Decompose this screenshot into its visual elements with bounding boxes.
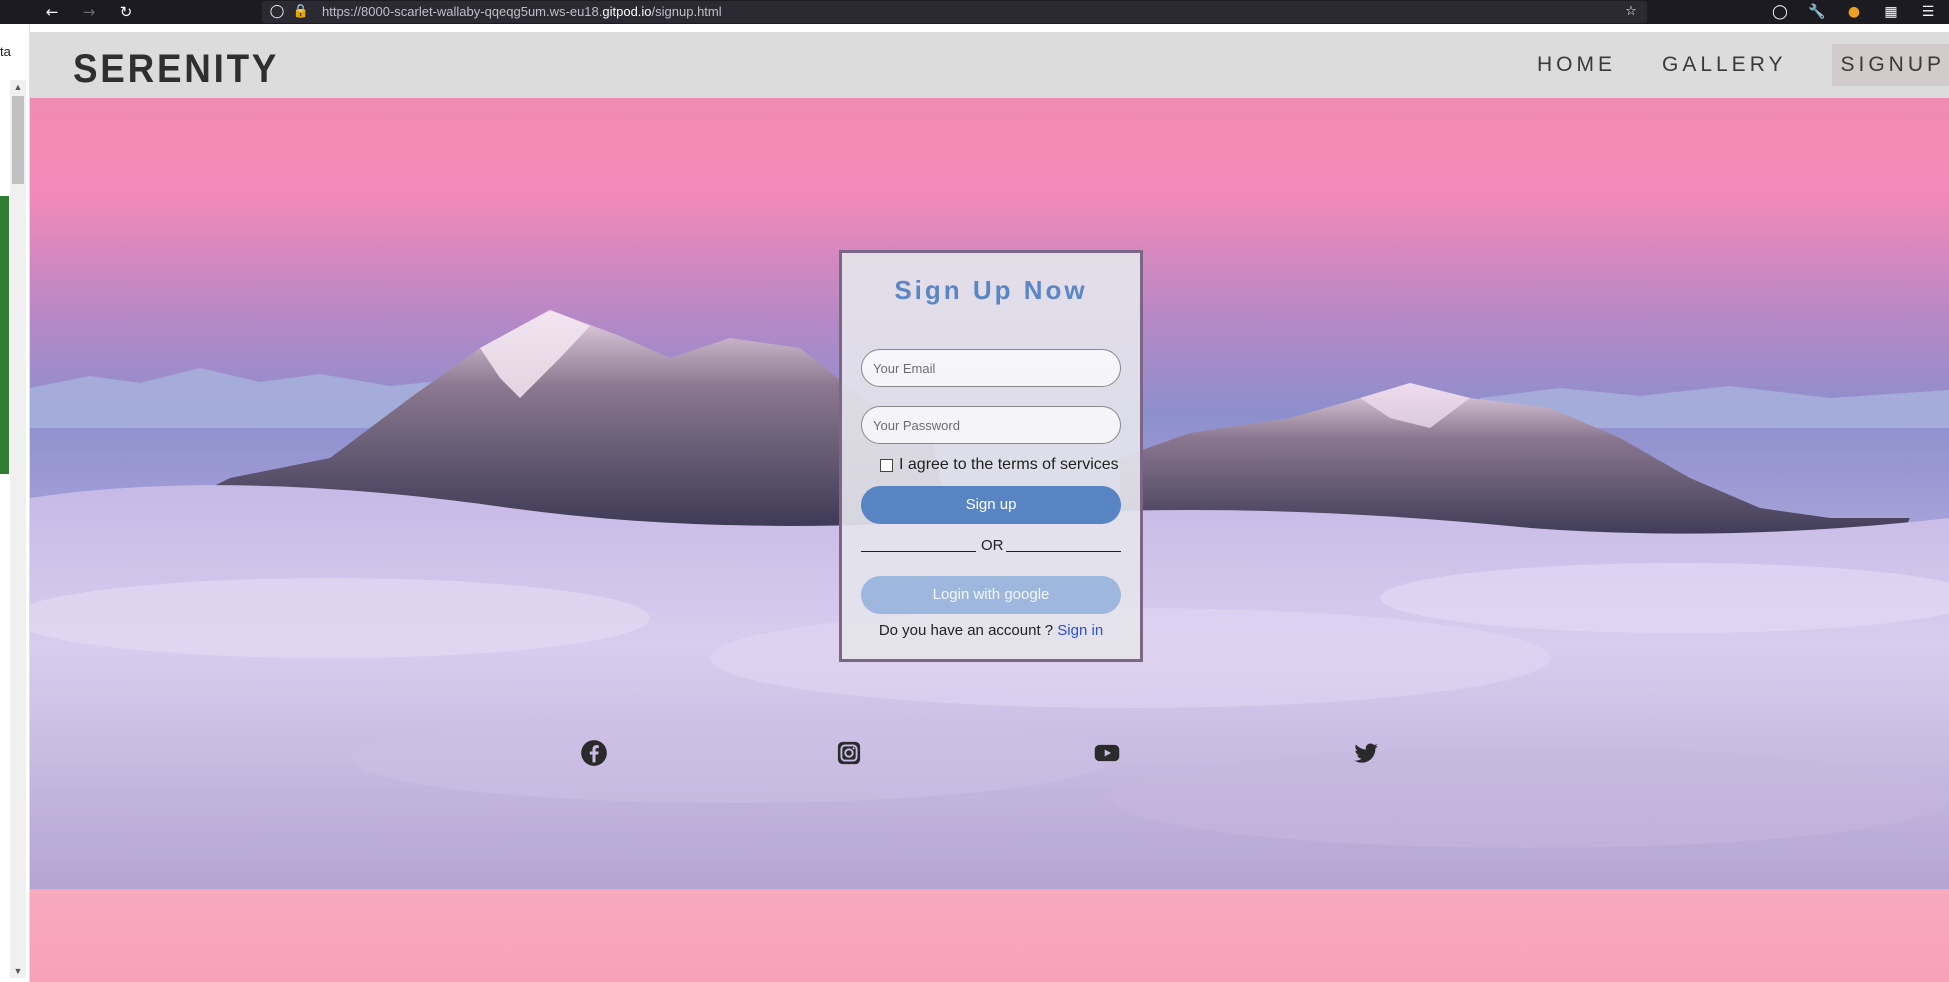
side-panel-text: ta	[0, 44, 11, 59]
signup-card: Sign Up Now I agree to the terms of serv…	[839, 250, 1143, 662]
lock-icon[interactable]: 🔒	[292, 3, 310, 21]
site-header: SERENITY HOME GALLERY SIGNUP	[30, 32, 1949, 98]
extension-icon[interactable]: ●	[1844, 2, 1864, 22]
back-arrow-icon[interactable]: ←	[42, 2, 62, 22]
footer-background	[30, 889, 1949, 982]
terms-row: I agree to the terms of services	[880, 456, 1119, 474]
bookmark-star-icon[interactable]: ☆	[1622, 3, 1640, 21]
twitter-icon[interactable]	[1352, 739, 1380, 767]
menu-icon[interactable]: ☰	[1918, 2, 1938, 22]
nav-home[interactable]: HOME	[1537, 32, 1616, 98]
forward-arrow-icon[interactable]: →	[79, 2, 99, 22]
instagram-icon[interactable]	[835, 739, 863, 767]
reload-icon[interactable]: ↻	[116, 2, 136, 22]
divider-line-right	[1006, 551, 1121, 552]
account-question: Do you have an account ?	[878, 622, 1058, 639]
google-login-button[interactable]: Login with google	[861, 576, 1121, 614]
wrench-icon[interactable]: 🔧	[1807, 2, 1827, 22]
facebook-icon[interactable]	[580, 739, 608, 767]
reader-icon[interactable]: ▦	[1881, 2, 1901, 22]
shield-icon[interactable]: ◯	[268, 3, 286, 21]
address-bar[interactable]: ◯ 🔒 https://8000-scarlet-wallaby-qqeqg5u…	[262, 1, 1647, 23]
url-text: https://8000-scarlet-wallaby-qqeqg5um.ws…	[322, 4, 722, 19]
scrollbar-thumb[interactable]	[12, 96, 24, 184]
terms-checkbox[interactable]	[880, 458, 893, 472]
or-text: OR	[981, 537, 1004, 554]
scrollbar[interactable]: ▲ ▼	[10, 80, 26, 978]
signin-link[interactable]: Sign in	[1057, 622, 1103, 639]
terms-label[interactable]: I agree to the terms of services	[899, 456, 1119, 474]
signup-button[interactable]: Sign up	[861, 486, 1121, 524]
divider-line-left	[861, 551, 976, 552]
email-input[interactable]	[861, 349, 1121, 387]
account-row: Do you have an account ? Sign in	[842, 622, 1140, 639]
scroll-up-arrow-icon[interactable]: ▲	[10, 80, 26, 94]
nav-signup[interactable]: SIGNUP	[1832, 44, 1949, 86]
signup-title: Sign Up Now	[894, 275, 1088, 305]
or-divider: OR	[861, 537, 1121, 555]
browser-toolbar: ← → ↻ ◯ 🔒 https://8000-scarlet-wallaby-q…	[0, 0, 1949, 24]
side-panel-image	[0, 196, 9, 474]
password-input[interactable]	[861, 406, 1121, 444]
site-nav: HOME GALLERY SIGNUP	[1537, 32, 1949, 98]
site-logo[interactable]: SERENITY	[73, 47, 279, 92]
scroll-down-arrow-icon[interactable]: ▼	[10, 964, 26, 978]
pocket-icon[interactable]: ◯	[1770, 2, 1790, 22]
page: SERENITY HOME GALLERY SIGNUP Sign Up Now…	[30, 32, 1949, 982]
nav-gallery[interactable]: GALLERY	[1662, 32, 1787, 98]
youtube-icon[interactable]	[1093, 739, 1121, 767]
